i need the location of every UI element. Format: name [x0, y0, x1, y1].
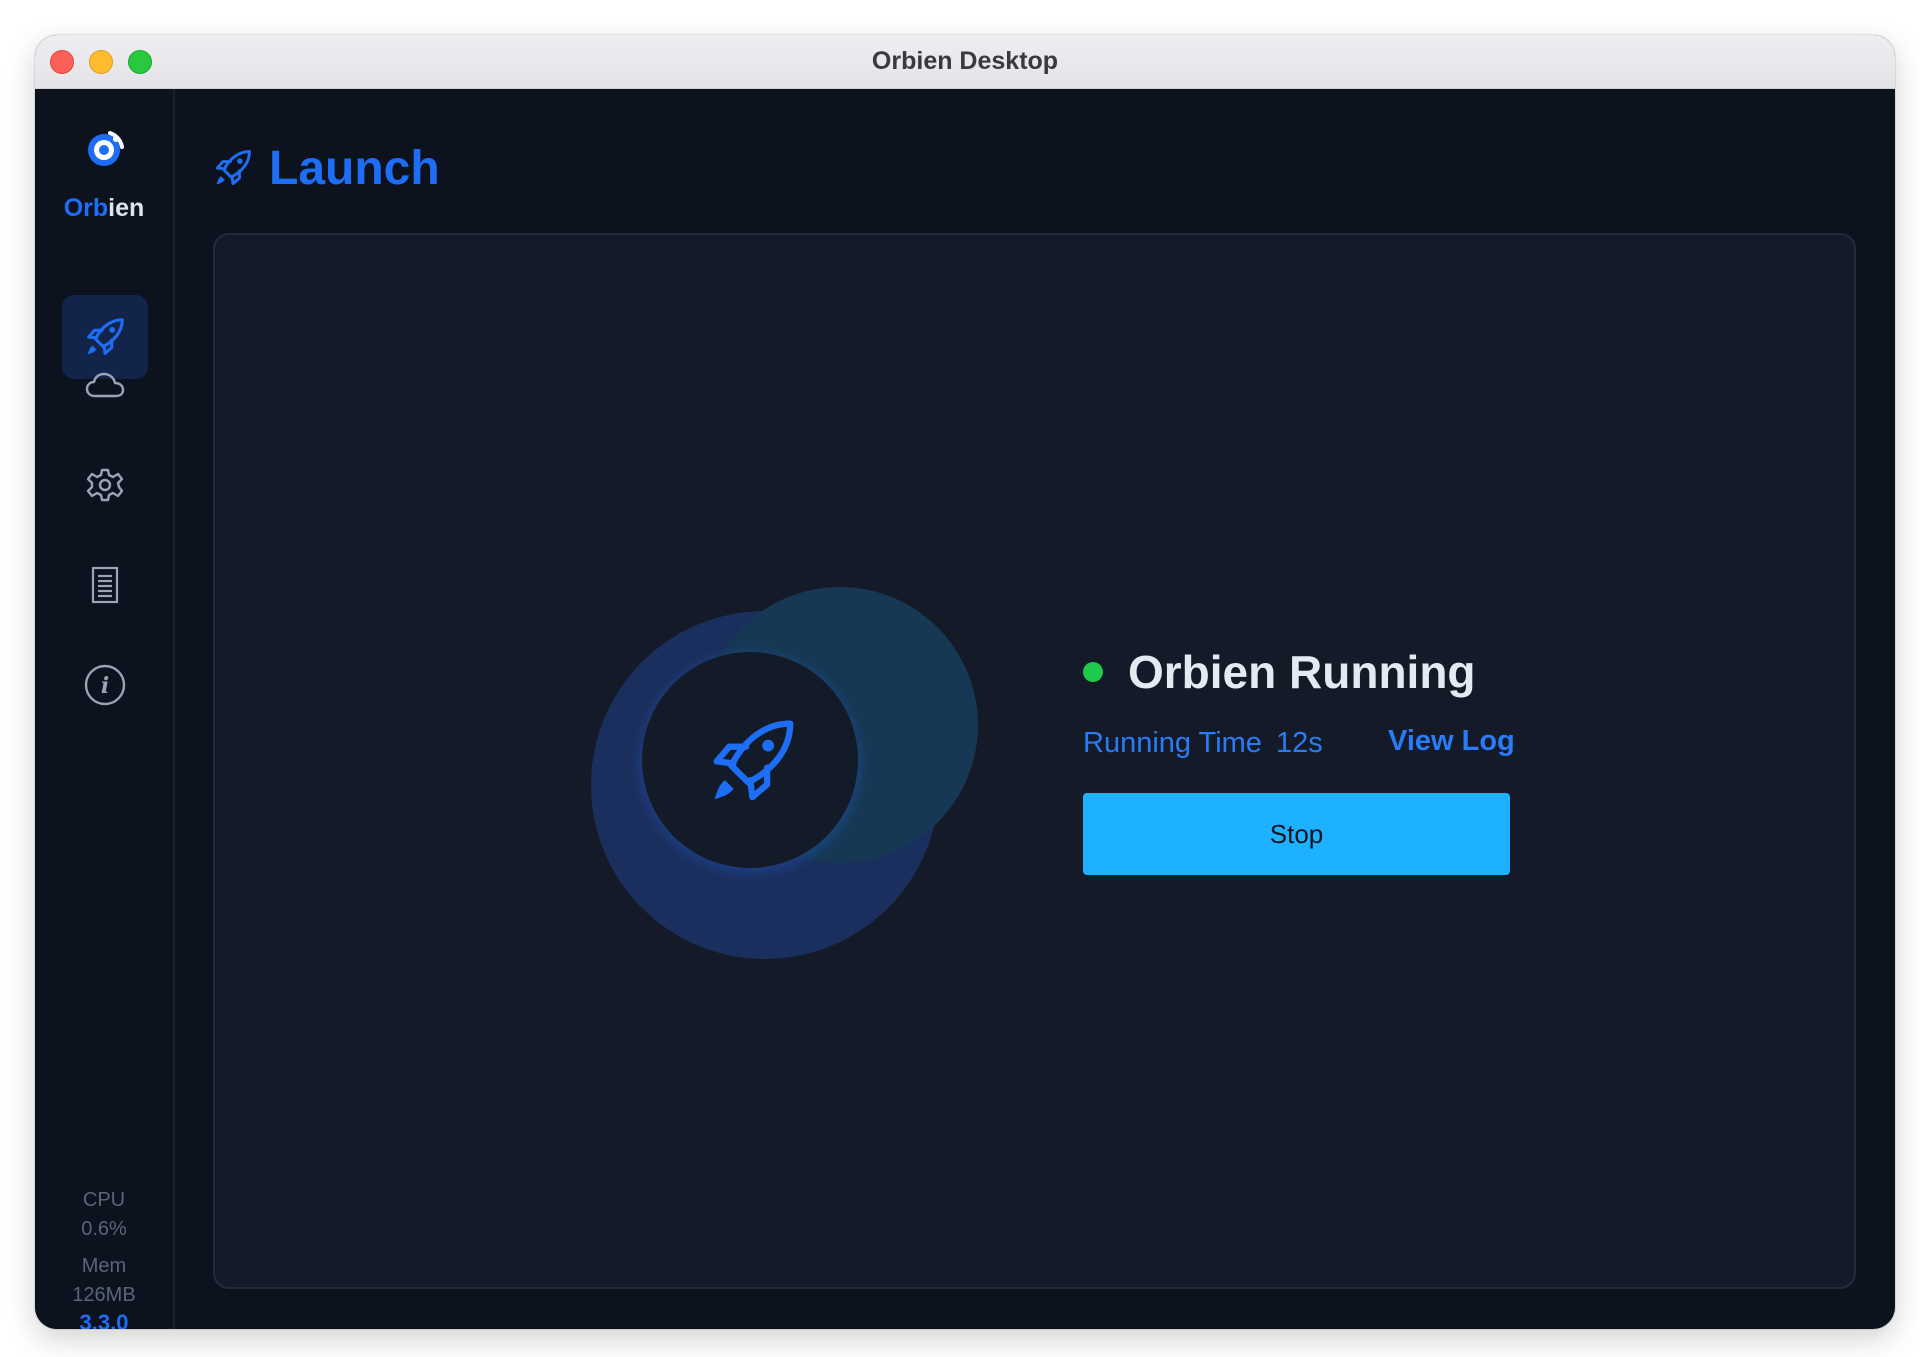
launch-orb-graphic [591, 587, 978, 959]
launch-panel [213, 233, 1856, 1289]
stop-button[interactable]: Stop [1083, 793, 1510, 875]
brand-name-part2: ien [108, 194, 145, 222]
status-indicator-dot [1083, 662, 1103, 682]
cpu-value: 0.6% [81, 1218, 127, 1240]
page-title: Launch [269, 141, 440, 195]
title-bar: Orbien Desktop [35, 35, 1895, 89]
brand-name: Orbien [35, 194, 173, 223]
running-time-value: 12s [1275, 727, 1323, 759]
version-label: 3.3.0 [79, 1310, 129, 1329]
mem-value: 126MB [72, 1284, 136, 1306]
sidebar: Orbien i CPU 0.6% Mem 126MB 3.3.0 [35, 89, 175, 1329]
sidebar-item-cloud-button[interactable] [62, 343, 148, 427]
cloud-icon [85, 372, 125, 398]
page-header: Launch [211, 135, 440, 201]
sidebar-item-settings[interactable] [62, 443, 148, 527]
svg-text:i: i [101, 673, 109, 699]
rocket-icon [215, 150, 251, 186]
brand-logo-icon [88, 131, 124, 166]
info-icon: i [84, 664, 126, 706]
status-text: Orbien Running [1128, 646, 1476, 698]
brand-name-part1: Orb [63, 194, 109, 222]
running-time: Running Time 12s [1083, 725, 1323, 761]
mem-label: Mem [81, 1255, 127, 1277]
app-window: Orbien Desktop Orbien i CPU 0.6% Mem 126… [35, 35, 1895, 1329]
cpu-label: CPU [82, 1189, 126, 1211]
document-icon [91, 566, 119, 604]
gear-icon [86, 468, 124, 502]
running-time-label: Running Time [1083, 727, 1262, 759]
view-log-link[interactable]: View Log [1388, 723, 1515, 759]
sidebar-item-about[interactable]: i [62, 643, 148, 727]
window-title: Orbien Desktop [871, 47, 1059, 75]
sidebar-item-logs[interactable] [62, 543, 148, 627]
